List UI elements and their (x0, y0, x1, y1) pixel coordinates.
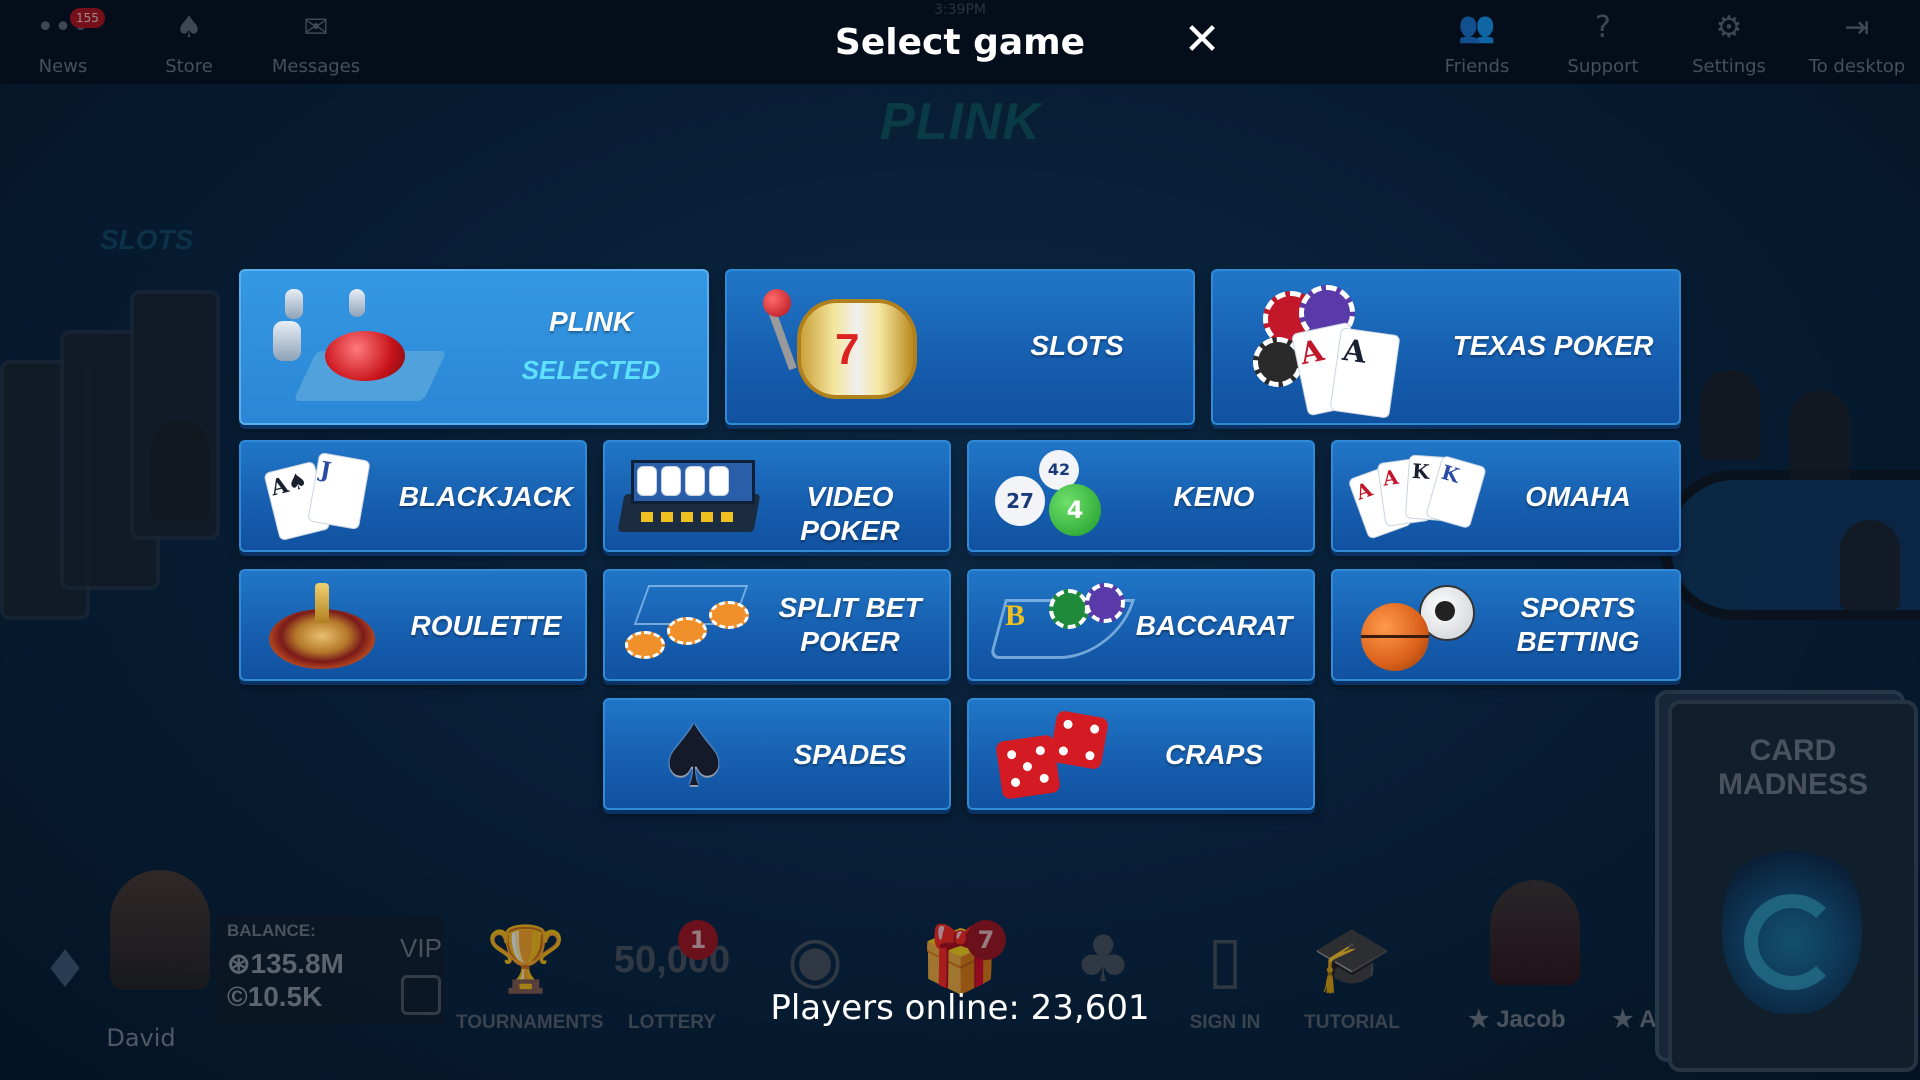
game-tile-label: BETTING (1516, 626, 1640, 657)
game-tile-slots[interactable]: 7 SLOTS (725, 269, 1195, 425)
game-tile-label: SPORTS (1520, 592, 1636, 623)
game-tile-label: BLACKJACK (398, 481, 574, 512)
dice-icon (993, 709, 1113, 802)
keno-ball: 4 (1049, 484, 1101, 536)
baccarat-table-icon: B (987, 579, 1137, 675)
keno-ball: 27 (995, 476, 1045, 526)
game-tile-label: SPADES (793, 739, 907, 770)
game-tile-label: ROULETTE (410, 610, 562, 641)
roulette-wheel-icon (265, 579, 385, 675)
game-tile-plink[interactable]: PLINK SELECTED (239, 269, 709, 425)
split-bet-chips-icon (621, 581, 761, 673)
game-tile-label: BACCARAT (1135, 610, 1293, 641)
game-tile-label: POKER (800, 626, 900, 657)
game-tile-label: PLINK (549, 306, 633, 337)
modal-title: Select game (834, 22, 1086, 63)
plink-icon (265, 281, 447, 421)
game-tile-craps[interactable]: CRAPS (967, 698, 1315, 810)
game-tile-blackjack[interactable]: A♠ J BLACKJACK (239, 440, 587, 552)
selected-indicator: SELECTED (521, 355, 661, 385)
sports-balls-icon (1357, 581, 1477, 673)
game-tile-texas-poker[interactable]: A A TEXAS POKER (1211, 269, 1681, 425)
keno-balls-icon: 42 27 4 (989, 448, 1129, 548)
close-icon[interactable]: ✕ (1180, 18, 1224, 62)
game-tile-spades[interactable]: ♠ SPADES (603, 698, 951, 810)
game-tile-split-bet-poker[interactable]: SPLIT BET POKER (603, 569, 951, 681)
blackjack-cards-icon: A♠ J (261, 452, 381, 544)
game-tile-omaha[interactable]: A A K K OMAHA (1331, 440, 1681, 552)
slot-machine-icon: 7 (747, 279, 927, 419)
video-poker-machine-icon (617, 454, 761, 544)
players-online: Players online: 23,601 (770, 988, 1150, 1028)
game-tile-label: SPLIT BET (778, 592, 922, 623)
game-tile-label: KENO (1173, 481, 1255, 512)
game-tile-keno[interactable]: 42 27 4 KENO (967, 440, 1315, 552)
game-tile-label: CRAPS (1164, 739, 1263, 770)
game-tile-label: TEXAS POKER (1452, 330, 1654, 361)
game-tile-label: VIDEO POKER (800, 481, 900, 546)
poker-chips-cards-icon: A A (1243, 281, 1423, 421)
game-tile-label: OMAHA (1525, 481, 1631, 512)
spade-icon: ♠ (656, 707, 732, 805)
game-tile-roulette[interactable]: ROULETTE (239, 569, 587, 681)
omaha-cards-icon: A A K K (1347, 452, 1491, 544)
game-tile-label: SLOTS (1030, 330, 1124, 361)
game-tile-sports-betting[interactable]: SPORTS BETTING (1331, 569, 1681, 681)
game-tile-baccarat[interactable]: B BACCARAT (967, 569, 1315, 681)
game-tile-video-poker[interactable]: VIDEO POKER (603, 440, 951, 552)
